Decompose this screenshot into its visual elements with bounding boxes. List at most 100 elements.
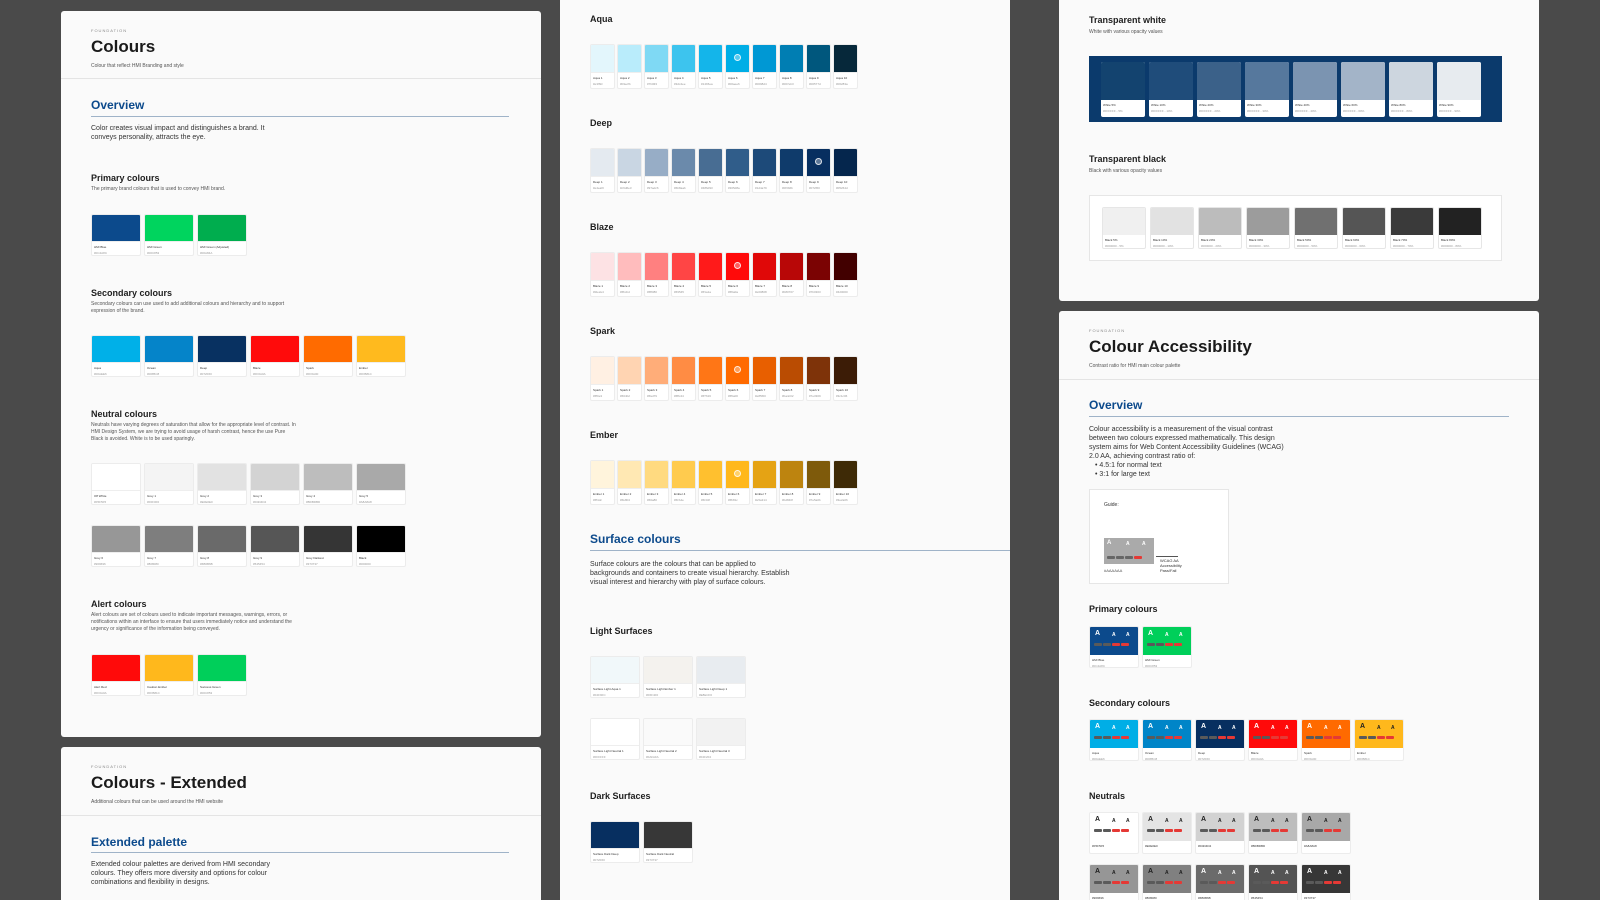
swatch-card[interactable]: Off White #F5F5F5 (91, 463, 141, 505)
shade-card[interactable]: Blaze 8 #b80707 (779, 252, 804, 297)
shade-card[interactable]: Aqua 5 #14b5ea (698, 44, 723, 89)
swatch-card[interactable]: Grey 4 #BDBDBD (303, 463, 353, 505)
swatch-card[interactable]: HMI Green (Adjusted) #00A84A (197, 214, 247, 256)
shade-card[interactable]: Aqua 10 #06283a (833, 44, 858, 89)
shade-card[interactable]: Blaze 5 #ff1a1a (698, 252, 723, 297)
opacity-swatch-card[interactable]: Black 20% #000000 - 20% (1198, 207, 1242, 249)
shade-card[interactable]: Aqua 1 #e3f6fc (590, 44, 615, 89)
shade-card[interactable]: Spark 2 #ffd4b2 (617, 356, 642, 401)
contrast-card[interactable]: A A A #D4D4D4 (1195, 812, 1245, 854)
shade-card[interactable]: Deep 2 #c9d6e3 (617, 148, 642, 193)
swatch-card[interactable]: Surface Dark Deep #072F60 (590, 821, 640, 863)
swatch-card[interactable]: Grey 8 #6B6B6B (197, 525, 247, 567)
contrast-card[interactable]: A A A Deep #072F60 (1195, 719, 1245, 761)
shade-card[interactable]: Spark 4 #ff8c44 (671, 356, 696, 401)
swatch-card[interactable]: HMI Blue #0C4A8C (91, 214, 141, 256)
shade-card[interactable]: Spark 9 #7e3309 (806, 356, 831, 401)
shade-card[interactable]: Blaze 6 #ff0a0a (725, 252, 750, 297)
opacity-swatch-card[interactable]: Black 30% #000000 - 30% (1246, 207, 1290, 249)
opacity-swatch-card[interactable]: White 5% #FFFFFF - 5% (1101, 62, 1145, 117)
contrast-card[interactable]: A A A Ember #FFB81C (1354, 719, 1404, 761)
contrast-card[interactable]: A A A #969696 (1089, 864, 1139, 900)
shade-card[interactable]: Blaze 9 #7b0303 (806, 252, 831, 297)
shade-card[interactable]: Deep 1 #e4eaf0 (590, 148, 615, 193)
shade-card[interactable]: Deep 6 #305d8a (725, 148, 750, 193)
shade-card[interactable]: Deep 8 #0f3b6b (779, 148, 804, 193)
swatch-card[interactable]: Grey 6 #969696 (91, 525, 141, 567)
opacity-swatch-card[interactable]: White 90% #FFFFFF - 90% (1437, 62, 1481, 117)
contrast-card[interactable]: A A A HMI Blue #0C4A8C (1089, 626, 1139, 668)
shade-card[interactable]: Aqua 8 #007eb3 (779, 44, 804, 89)
shade-card[interactable]: Ember 10 #3e2a06 (833, 460, 858, 505)
opacity-swatch-card[interactable]: Black 50% #000000 - 50% (1294, 207, 1338, 249)
opacity-swatch-card[interactable]: White 80% #FFFFFF - 80% (1389, 62, 1433, 117)
swatch-card[interactable]: Surface Light Neutral 3 #F2F2F2 (696, 718, 746, 760)
swatch-card[interactable]: Black #000000 (356, 525, 406, 567)
swatch-card[interactable]: Spark #FF6A00 (303, 335, 353, 377)
opacity-swatch-card[interactable]: Black 10% #000000 - 10% (1150, 207, 1194, 249)
swatch-card[interactable]: Blaze #FF0A0A (250, 335, 300, 377)
opacity-swatch-card[interactable]: White 30% #FFFFFF - 30% (1245, 62, 1289, 117)
contrast-card[interactable]: A A A Ocean #0085C8 (1142, 719, 1192, 761)
opacity-swatch-card[interactable]: Black 5% #000000 - 5% (1102, 207, 1146, 249)
shade-card[interactable]: Aqua 9 #00577d (806, 44, 831, 89)
opacity-swatch-card[interactable]: White 10% #FFFFFF - 10% (1149, 62, 1193, 117)
shade-card[interactable]: Deep 3 #97adc6 (644, 148, 669, 193)
opacity-swatch-card[interactable]: Black 80% #000000 - 80% (1438, 207, 1482, 249)
shade-card[interactable]: Deep 7 #1d4a79 (752, 148, 777, 193)
opacity-swatch-card[interactable]: Black 70% #000000 - 70% (1390, 207, 1434, 249)
swatch-card[interactable]: Deep #072F60 (197, 335, 247, 377)
swatch-card[interactable]: Grey 1 #F0F0F0 (144, 463, 194, 505)
shade-card[interactable]: Deep 4 #6b8aab (671, 148, 696, 193)
shade-card[interactable]: Ember 4 #ffcb4e (671, 460, 696, 505)
contrast-card[interactable]: A A A #E0E0E0 (1142, 812, 1192, 854)
contrast-card[interactable]: A A A #808080 (1142, 864, 1192, 900)
shade-card[interactable]: Blaze 1 #fde2e4 (590, 252, 615, 297)
swatch-card[interactable]: HMI Green #00C853 (144, 214, 194, 256)
contrast-card[interactable]: A A A Spark #FF6A00 (1301, 719, 1351, 761)
swatch-card[interactable]: Grey Darkest #373737 (303, 525, 353, 567)
shade-card[interactable]: Deep 9 #072f60 (806, 148, 831, 193)
swatch-card[interactable]: Ocean #0085C8 (144, 335, 194, 377)
swatch-card[interactable]: Success Green #00C853 (197, 654, 247, 696)
opacity-swatch-card[interactable]: Black 60% #000000 - 60% (1342, 207, 1386, 249)
swatch-card[interactable]: Grey 9 #545454 (250, 525, 300, 567)
shade-card[interactable]: Aqua 7 #0098d4 (752, 44, 777, 89)
shade-card[interactable]: Ember 7 #e5a314 (752, 460, 777, 505)
shade-card[interactable]: Spark 5 #ff7616 (698, 356, 723, 401)
swatch-card[interactable]: Surface Light Aqua 1 #F2F9FC (590, 656, 640, 698)
shade-card[interactable]: Aqua 4 #3dc4ee (671, 44, 696, 89)
swatch-card[interactable]: Surface Light Neutral 1 #FFFFFF (590, 718, 640, 760)
shade-card[interactable]: Spark 8 #ba4c02 (779, 356, 804, 401)
swatch-card[interactable]: Grey 2 #E0E0E0 (197, 463, 247, 505)
shade-card[interactable]: Deep 5 #486d93 (698, 148, 723, 193)
shade-card[interactable]: Blaze 7 #e00808 (752, 252, 777, 297)
swatch-card[interactable]: Surface Light Deep 1 #E8ECF0 (696, 656, 746, 698)
contrast-card[interactable]: A A A #545454 (1248, 864, 1298, 900)
swatch-card[interactable]: Surface Light Ember 1 #F6F4F0 (643, 656, 693, 698)
swatch-card[interactable]: Caution Ember #FFB81C (144, 654, 194, 696)
contrast-card[interactable]: A A A Blaze #FF0A0A (1248, 719, 1298, 761)
shade-card[interactable]: Ember 1 #fff4dc (590, 460, 615, 505)
contrast-card[interactable]: A A A #A8A8A8 (1301, 812, 1351, 854)
opacity-swatch-card[interactable]: White 20% #FFFFFF - 20% (1197, 62, 1241, 117)
swatch-card[interactable]: Grey 7 #808080 (144, 525, 194, 567)
shade-card[interactable]: Ember 5 #ffc02f (698, 460, 723, 505)
opacity-swatch-card[interactable]: White 40% #FFFFFF - 40% (1293, 62, 1337, 117)
shade-card[interactable]: Blaze 2 #ffbcbd (617, 252, 642, 297)
swatch-card[interactable]: Grey 5 #A8A8A8 (356, 463, 406, 505)
opacity-swatch-card[interactable]: White 60% #FFFFFF - 60% (1341, 62, 1385, 117)
shade-card[interactable]: Ember 8 #bd840f (779, 460, 804, 505)
shade-card[interactable]: Aqua 2 #b9ecfb (617, 44, 642, 89)
contrast-card[interactable]: A A A #373737 (1301, 864, 1351, 900)
shade-card[interactable]: Blaze 10 #420000 (833, 252, 858, 297)
shade-card[interactable]: Spark 6 #ff6a00 (725, 356, 750, 401)
shade-card[interactable]: Spark 10 #3c1c06 (833, 356, 858, 401)
swatch-card[interactable]: Alert Red #FF0A0A (91, 654, 141, 696)
swatch-card[interactable]: Ember #FFB81C (356, 335, 406, 377)
swatch-card[interactable]: Grey 3 #D4D4D4 (250, 463, 300, 505)
shade-card[interactable]: Spark 7 #e85f00 (752, 356, 777, 401)
shade-card[interactable]: Ember 9 #7e5a0b (806, 460, 831, 505)
shade-card[interactable]: Spark 3 #ffad79 (644, 356, 669, 401)
contrast-card[interactable]: A A A #BDBDBD (1248, 812, 1298, 854)
